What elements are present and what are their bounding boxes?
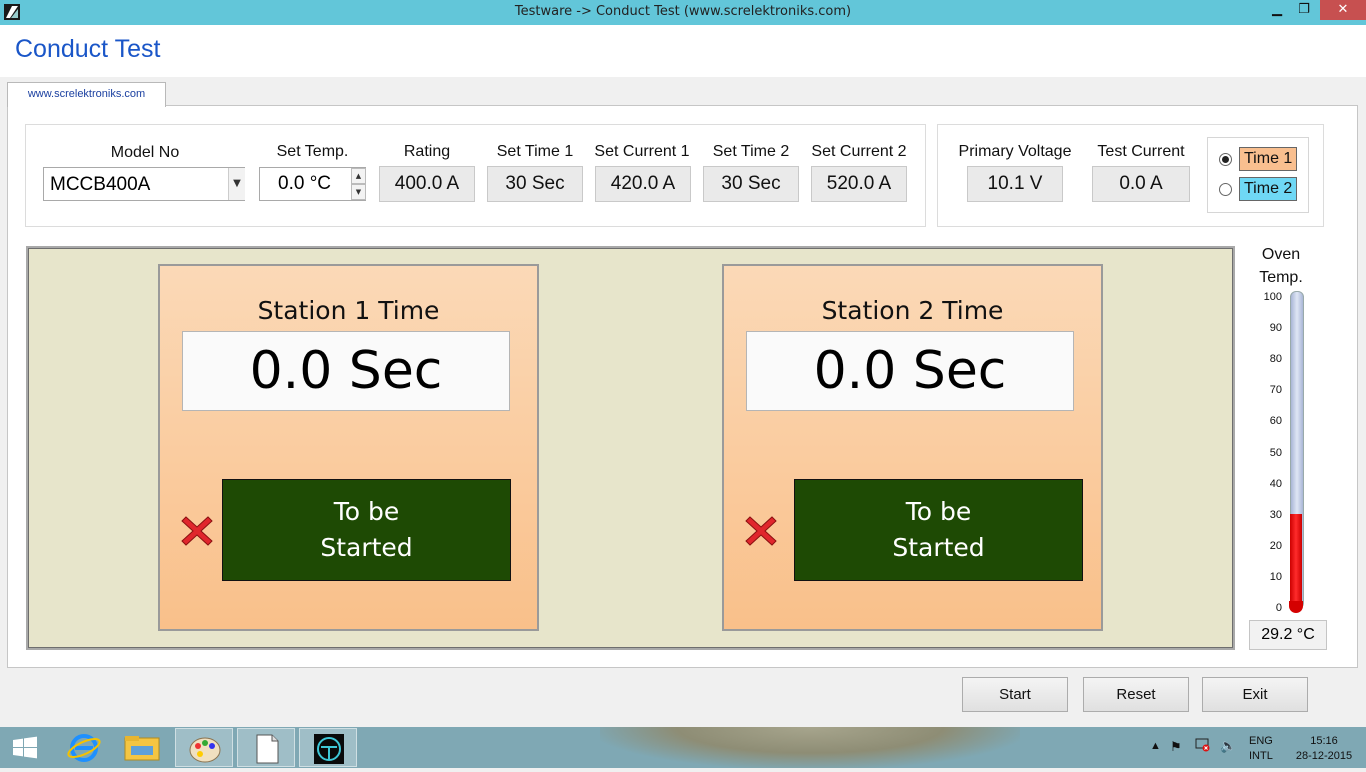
time-1-label[interactable]: Time 1 (1239, 147, 1298, 171)
tick-label: 60 (1269, 415, 1282, 427)
tick-label: 70 (1269, 384, 1282, 396)
time-1-radio[interactable] (1219, 153, 1232, 166)
oven-temp-label: Oven Temp. (1248, 243, 1314, 289)
maximize-button[interactable]: ❐ (1291, 0, 1317, 20)
tick-label: 90 (1269, 322, 1282, 334)
set-time-2-value: 30 Sec (703, 166, 799, 202)
primary-voltage-value: 10.1 V (967, 166, 1063, 202)
window-title: Testware -> Conduct Test (www.screlektro… (514, 4, 852, 19)
station-1-status: To be Started (222, 479, 511, 581)
model-no-label: Model No (110, 144, 180, 161)
tick-label: 80 (1269, 353, 1282, 365)
volume-icon[interactable]: 🔈 (1220, 738, 1236, 754)
paint-icon[interactable] (175, 728, 233, 767)
window-titlebar: Testware -> Conduct Test (www.screlektro… (0, 0, 1366, 25)
network-icon[interactable] (1195, 738, 1211, 752)
windows-start-icon[interactable] (0, 728, 50, 767)
page-title: Conduct Test (15, 35, 161, 63)
internet-explorer-icon[interactable] (55, 728, 113, 767)
station-2-time: 0.0 Sec (746, 331, 1074, 411)
station-1-time: 0.0 Sec (182, 331, 510, 411)
set-current-2-value: 520.0 A (811, 166, 907, 202)
tray-overflow-icon[interactable]: ▲ (1150, 740, 1161, 752)
action-center-flag-icon[interactable]: ⚑ (1170, 739, 1182, 755)
clock[interactable]: 15:16 28-12-2015 (1286, 735, 1362, 762)
clock-date: 28-12-2015 (1295, 750, 1353, 762)
station-2-title: Station 2 Time (821, 296, 1004, 325)
minimize-button[interactable]: ▁ (1264, 0, 1290, 20)
set-current-1-value: 420.0 A (595, 166, 691, 202)
primary-voltage-label: Primary Voltage (958, 143, 1072, 160)
station-1-title: Station 1 Time (257, 296, 440, 325)
red-x-icon (744, 514, 778, 548)
oven-temp-value: 29.2 °C (1249, 620, 1327, 650)
time-2-label[interactable]: Time 2 (1239, 177, 1298, 201)
set-time-1-label: Set Time 1 (496, 143, 574, 160)
spin-down-icon[interactable]: ▼ (351, 184, 366, 200)
tick-label: 50 (1269, 447, 1282, 459)
clock-time: 15:16 (1310, 735, 1338, 747)
lang-top: ENG (1249, 735, 1273, 747)
file-explorer-icon[interactable] (113, 728, 171, 767)
station-2-panel: Station 2 Time 0.0 Sec To be Started (722, 264, 1103, 631)
exit-button[interactable]: Exit (1202, 677, 1308, 712)
close-button[interactable]: ✕ (1320, 0, 1366, 20)
tick-label: 20 (1269, 540, 1282, 552)
tick-label: 100 (1263, 291, 1282, 303)
language-indicator[interactable]: ENG INTL (1249, 735, 1273, 762)
model-no-select[interactable]: MCCB400A (43, 167, 245, 201)
set-current-1-label: Set Current 1 (594, 143, 690, 160)
set-temp-label: Set Temp. (276, 143, 349, 160)
oven-label-line2: Temp. (1259, 269, 1303, 286)
test-current-label: Test Current (1097, 143, 1185, 160)
station-2-status: To be Started (794, 479, 1083, 581)
set-time-1-value: 30 Sec (487, 166, 583, 202)
app-logo-icon (4, 4, 20, 20)
thermometer-fill (1290, 514, 1302, 609)
document-icon[interactable] (237, 728, 295, 767)
set-time-2-label: Set Time 2 (712, 143, 790, 160)
oven-label-line1: Oven (1261, 246, 1301, 263)
lang-bottom: INTL (1249, 750, 1273, 762)
test-current-value: 0.0 A (1092, 166, 1190, 202)
reset-button[interactable]: Reset (1083, 677, 1189, 712)
red-x-icon (180, 514, 214, 548)
desktop-wallpaper (600, 727, 1020, 768)
spin-up-icon[interactable]: ▲ (351, 168, 366, 184)
tick-label: 30 (1269, 509, 1282, 521)
testware-icon[interactable] (299, 728, 357, 767)
set-temp-input[interactable]: 0.0 °C (259, 167, 366, 201)
tick-label: 40 (1269, 478, 1282, 490)
set-current-2-label: Set Current 2 (811, 143, 907, 160)
time-2-radio[interactable] (1219, 183, 1232, 196)
tick-label: 0 (1275, 602, 1282, 614)
station-1-panel: Station 1 Time 0.0 Sec To be Started (158, 264, 539, 631)
rating-label: Rating (403, 143, 451, 160)
page-header (0, 25, 1366, 77)
start-button[interactable]: Start (962, 677, 1068, 712)
chevron-down-icon[interactable]: ▼ (228, 168, 245, 200)
tab-screlektroniks[interactable]: www.screlektroniks.com (7, 82, 166, 107)
rating-value: 400.0 A (379, 166, 475, 202)
tick-label: 10 (1269, 571, 1282, 583)
